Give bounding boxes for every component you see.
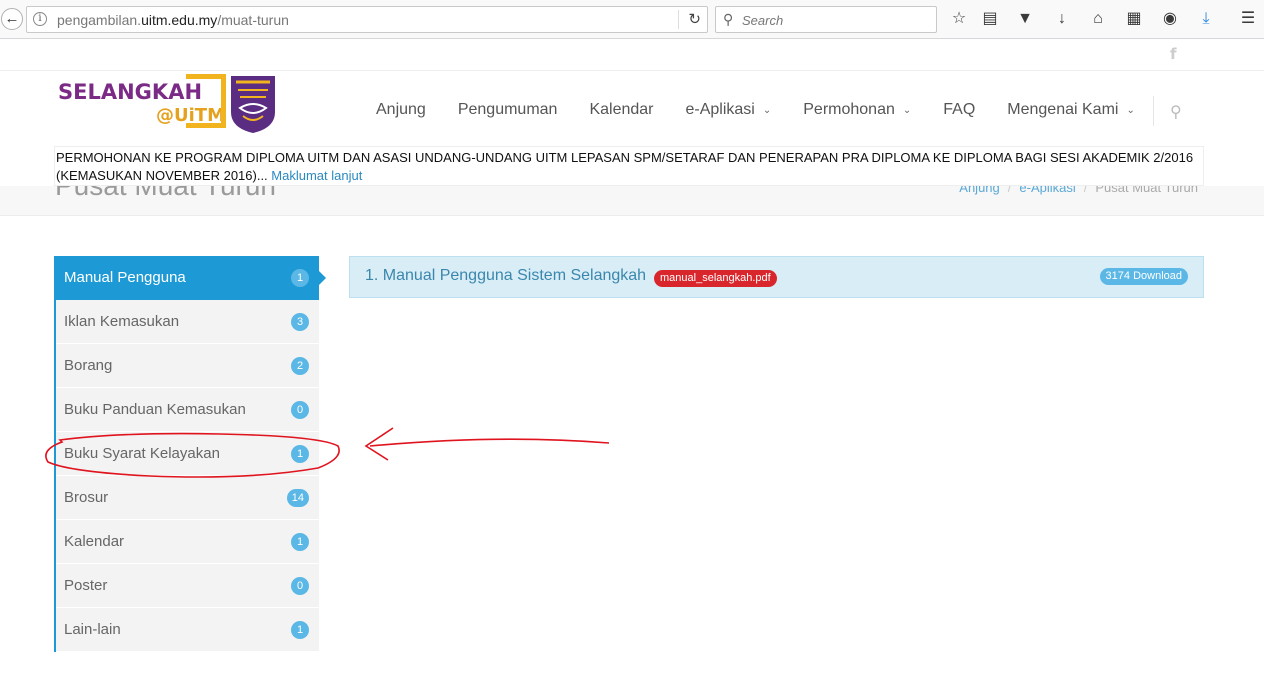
count-badge: 1 [291, 445, 309, 463]
file-badge[interactable]: manual_selangkah.pdf [654, 270, 777, 287]
count-badge: 14 [286, 489, 309, 507]
chevron-down-icon: ⌄ [762, 104, 772, 116]
nav-mengenai-kami[interactable]: Mengenai Kami ⌄ [991, 92, 1151, 128]
download-icon[interactable]: ↓ [1052, 9, 1072, 29]
download-categories: Manual Pengguna 1 Iklan Kemasukan 3 Borang… [54, 256, 326, 652]
extension-icon[interactable]: ▦ [1124, 9, 1144, 29]
uitm-crest-icon [231, 76, 275, 133]
count-badge: 0 [291, 577, 309, 595]
browser-toolbar: ← i pengambilan.uitm.edu.my/muat-turun ↻… [0, 0, 1264, 39]
annotation-arrow-line [369, 438, 610, 447]
announcement-bar: PERMOHONAN KE PROGRAM DIPLOMA UITM DAN A… [54, 146, 1204, 186]
site-logo[interactable]: SELANGKAH @UiTM [56, 72, 278, 136]
nav-faq[interactable]: FAQ [927, 92, 991, 128]
count-badge: 0 [291, 401, 309, 419]
home-icon[interactable]: ⌂ [1088, 9, 1108, 29]
category-buku-syarat-kelayakan[interactable]: Buku Syarat Kelayakan 1 [56, 432, 319, 476]
count-badge: 1 [291, 621, 309, 639]
count-badge: 1 [291, 533, 309, 551]
url-text[interactable]: pengambilan.uitm.edu.my/muat-turun [57, 12, 289, 28]
count-badge: 2 [291, 357, 309, 375]
nav-e-aplikasi[interactable]: e-Aplikasi ⌄ [670, 92, 788, 128]
announcement-text: PERMOHONAN KE PROGRAM DIPLOMA UITM DAN A… [56, 150, 1194, 183]
social-strip: f [0, 39, 1264, 71]
breadcrumb-current: Pusat Muat Turun [1095, 186, 1198, 195]
download-title[interactable]: 1. Manual Pengguna Sistem Selangkah [365, 267, 646, 285]
page-title-band: Pusat Muat Turun Anjung/e-Aplikasi/Pusat… [0, 186, 1264, 216]
category-kalendar[interactable]: Kalendar 1 [56, 520, 319, 564]
back-arrow-icon[interactable]: ← [1, 8, 23, 30]
menu-icon[interactable]: ☰ [1238, 9, 1258, 29]
chevron-down-icon: ⌄ [902, 104, 912, 116]
nav-permohonan[interactable]: Permohonan ⌄ [787, 92, 927, 128]
logo-text: SELANGKAH [58, 80, 203, 104]
category-buku-panduan-kemasukan[interactable]: Buku Panduan Kemasukan 0 [56, 388, 319, 432]
url-bar[interactable]: i pengambilan.uitm.edu.my/muat-turun ↻ [26, 6, 708, 33]
announcement-more-link[interactable]: Maklumat lanjut [271, 168, 362, 183]
bookmark-star-icon[interactable]: ☆ [949, 9, 969, 29]
category-brosur[interactable]: Brosur 14 [56, 476, 319, 520]
color-wheel-icon[interactable]: ◉ [1160, 9, 1180, 29]
annotation-arrow-head [364, 427, 394, 461]
page-title: Pusat Muat Turun [55, 186, 276, 202]
count-badge: 1 [291, 269, 309, 287]
browser-search-input[interactable]: ⚲ Search [715, 6, 937, 33]
pocket-icon[interactable]: ▼ [1015, 9, 1035, 29]
url-divider [678, 10, 679, 29]
nav-divider [1153, 96, 1154, 126]
category-borang[interactable]: Borang 2 [56, 344, 319, 388]
facebook-icon[interactable]: f [1170, 45, 1177, 63]
info-icon[interactable]: i [33, 12, 47, 26]
category-manual-pengguna[interactable]: Manual Pengguna 1 [56, 256, 326, 300]
category-iklan-kemasukan[interactable]: Iklan Kemasukan 3 [56, 300, 319, 344]
count-badge: 3 [291, 313, 309, 331]
breadcrumb-anjung[interactable]: Anjung [959, 186, 999, 195]
breadcrumb-e-aplikasi[interactable]: e-Aplikasi [1019, 186, 1075, 195]
category-lain-lain[interactable]: Lain-lain 1 [56, 608, 319, 652]
search-icon[interactable]: ⚲ [1170, 102, 1182, 122]
reload-icon[interactable]: ↻ [688, 10, 701, 28]
chevron-down-icon: ⌄ [1126, 104, 1135, 116]
search-icon: ⚲ [723, 11, 734, 27]
download-count-badge: 3174 Download [1099, 268, 1188, 285]
nav-pengumuman[interactable]: Pengumuman [442, 92, 574, 128]
nav-anjung[interactable]: Anjung [360, 92, 442, 128]
logo-frame [186, 74, 226, 128]
breadcrumb: Anjung / e-Aplikasi / Pusat Muat Turun [959, 186, 1198, 195]
reader-icon[interactable]: ▤ [980, 9, 1000, 29]
search-placeholder: Search [742, 13, 784, 28]
main-nav: Anjung Pengumuman Kalendar e-Aplikasi ⌄ P… [360, 92, 1151, 128]
download-progress-icon[interactable]: ⤓ [1196, 9, 1216, 29]
download-item: 1. Manual Pengguna Sistem Selangkah manu… [349, 256, 1204, 298]
category-poster[interactable]: Poster 0 [56, 564, 319, 608]
nav-kalendar[interactable]: Kalendar [573, 92, 669, 128]
